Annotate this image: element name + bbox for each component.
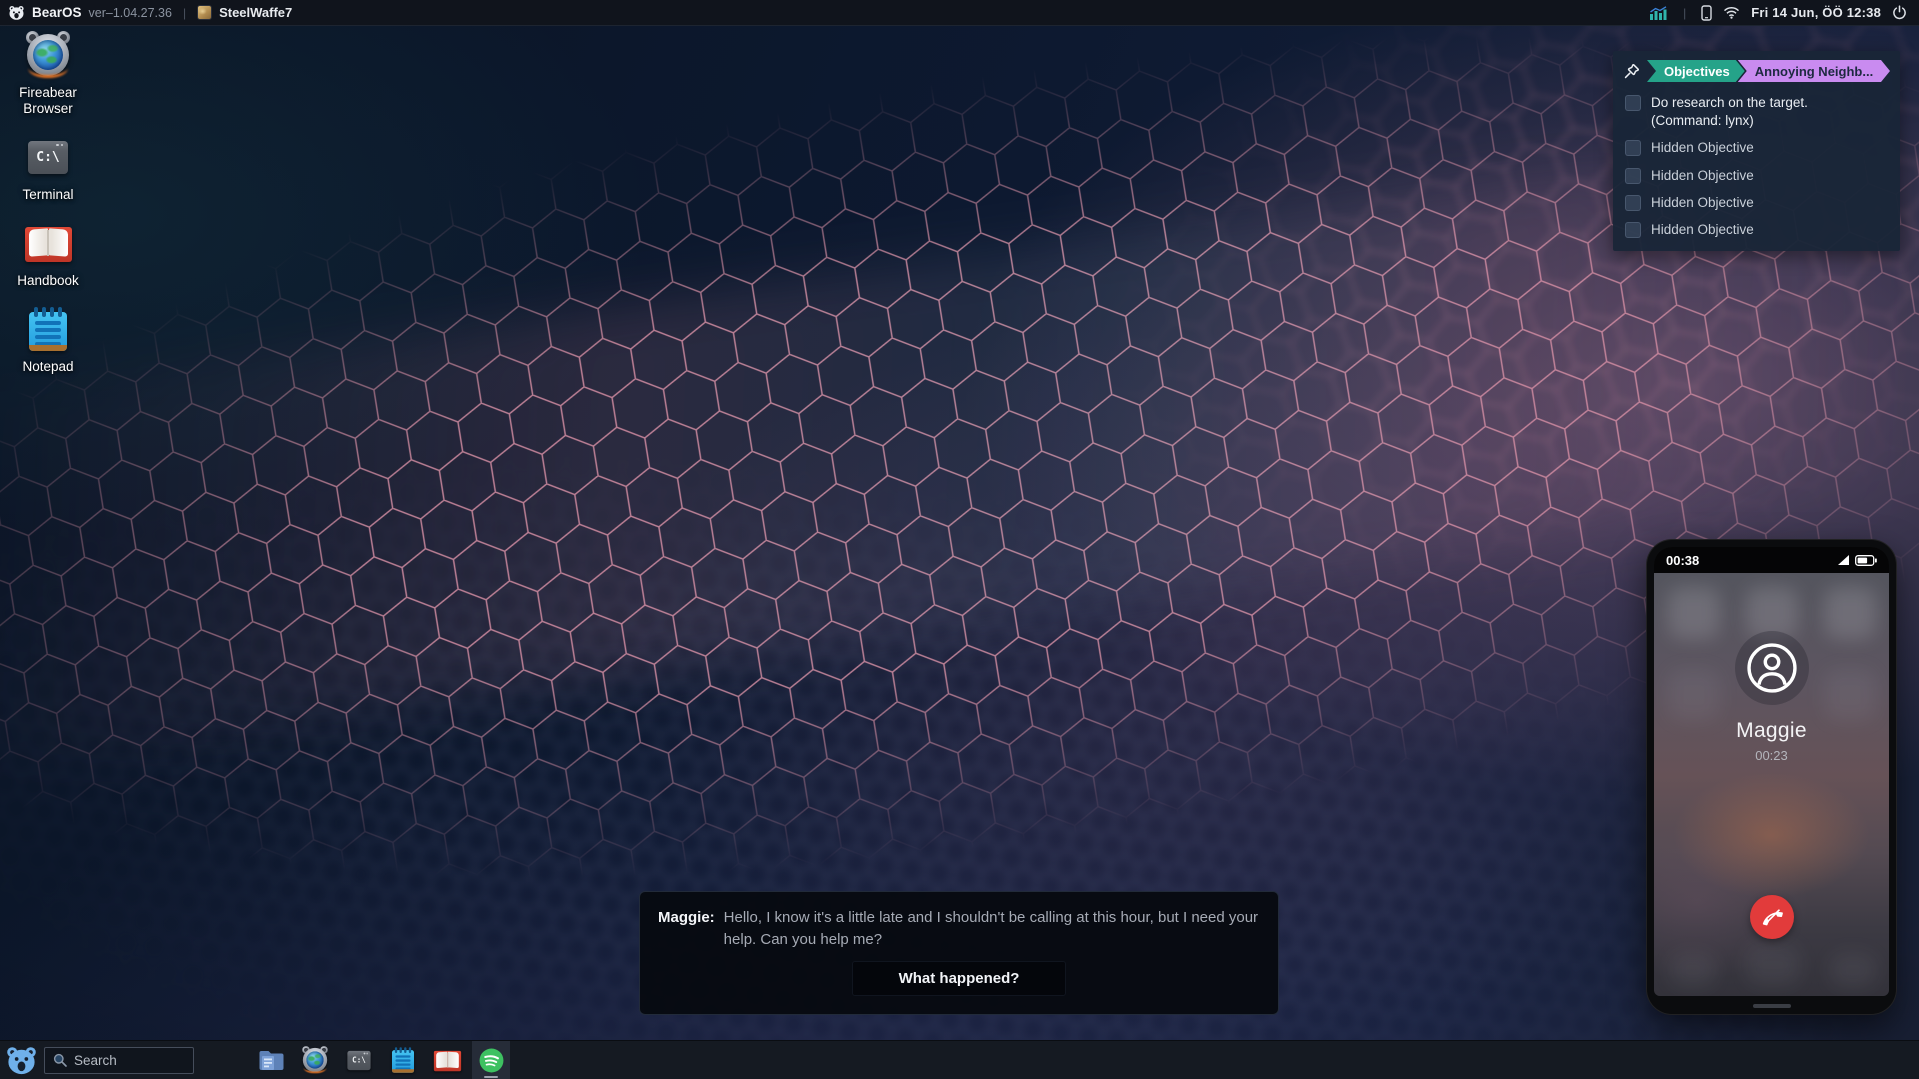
objective-text: Hidden Objective — [1651, 194, 1754, 212]
terminal-icon: C:\ — [347, 1050, 370, 1069]
notepad-icon — [392, 1047, 414, 1073]
handbook-icon — [433, 1049, 460, 1070]
objective-checkbox[interactable] — [1625, 195, 1641, 211]
taskbar-app-music-player[interactable] — [472, 1041, 510, 1079]
objective-row: Hidden Objective — [1623, 167, 1890, 185]
desktop-icon-fireabear-browser[interactable]: Fireabear Browser — [6, 31, 90, 117]
contact-name: Maggie — [1736, 719, 1807, 743]
taskbar-app-fireabear-browser[interactable] — [296, 1041, 334, 1079]
battery-icon — [1855, 555, 1877, 566]
os-name: BearOS — [32, 5, 82, 20]
objective-row: Hidden Objective — [1623, 221, 1890, 239]
dialogue-line: Maggie: Hello, I know it's a little late… — [658, 907, 1260, 951]
phone-status-icon — [1701, 5, 1712, 21]
taskbar-app-handbook[interactable] — [428, 1041, 466, 1079]
os-version: ver–1.04.27.36 — [89, 6, 172, 20]
bear-start-icon — [5, 1045, 38, 1075]
hangup-button[interactable] — [1750, 895, 1794, 939]
call-end-icon — [1760, 905, 1784, 929]
dialogue-box: Maggie: Hello, I know it's a little late… — [639, 891, 1279, 1015]
terminal-icon-text: C:\ — [36, 150, 59, 165]
dialogue-choice-button[interactable]: What happened? — [852, 961, 1067, 996]
user-avatar — [197, 5, 212, 20]
terminal-icon: C:\ — [23, 133, 73, 181]
phone-device: 00:38 — [1646, 539, 1897, 1015]
objective-checkbox[interactable] — [1625, 222, 1641, 238]
bearos-logo-icon — [8, 5, 25, 20]
objective-checkbox[interactable] — [1625, 168, 1641, 184]
objective-sub-text: (Command: lynx) — [1651, 112, 1808, 130]
desktop-icon-notepad[interactable]: Notepad — [6, 305, 90, 375]
taskbar-app-notepad[interactable] — [384, 1041, 422, 1079]
topbar-separator: | — [179, 6, 190, 20]
notepad-icon — [23, 305, 73, 353]
taskbar-apps: C:\ — [252, 1041, 516, 1079]
objective-row: Do research on the target. (Command: lyn… — [1623, 94, 1890, 130]
objective-text: Hidden Objective — [1651, 139, 1754, 157]
fireabear-browser-icon — [302, 1047, 329, 1074]
signal-icon — [1838, 555, 1849, 565]
phone-status-bar: 00:38 — [1654, 547, 1889, 573]
objective-text: Hidden Objective — [1651, 167, 1754, 185]
tab-objectives[interactable]: Objectives — [1647, 60, 1745, 82]
top-bar-right: | Fri 14 Jun, ÖÖ 12:38 — [1649, 0, 1919, 25]
desktop-screen: BearOS ver–1.04.27.36 | SteelWaffe7 | — [0, 0, 1919, 1079]
phone-status-icons — [1838, 555, 1877, 566]
clock: Fri 14 Jun, ÖÖ 12:38 — [1751, 5, 1881, 20]
top-bar-left: BearOS ver–1.04.27.36 | SteelWaffe7 — [0, 0, 292, 25]
start-button[interactable] — [0, 1041, 42, 1079]
search-input[interactable] — [74, 1053, 185, 1068]
objective-row: Hidden Objective — [1623, 194, 1890, 212]
objective-text: Do research on the target. (Command: lyn… — [1651, 94, 1808, 130]
taskbar-app-terminal[interactable]: C:\ — [340, 1041, 378, 1079]
objective-checkbox[interactable] — [1625, 95, 1641, 111]
call-contact-block: Maggie 00:23 — [1654, 631, 1889, 763]
objective-row: Hidden Objective — [1623, 139, 1890, 157]
file-manager-icon — [258, 1048, 285, 1072]
desktop-icon-label: Handbook — [17, 273, 79, 289]
desktop-icon-label: Fireabear Browser — [6, 85, 90, 117]
search-icon — [53, 1053, 67, 1067]
tab-quest[interactable]: Annoying Neighb... — [1738, 60, 1890, 82]
power-icon[interactable] — [1892, 5, 1907, 20]
dialogue-speaker: Maggie: — [658, 907, 715, 951]
person-icon — [1745, 641, 1799, 695]
desktop-icon-label: Terminal — [22, 187, 73, 203]
wifi-icon — [1723, 6, 1740, 19]
call-screen: Maggie 00:23 — [1654, 573, 1889, 996]
top-bar: BearOS ver–1.04.27.36 | SteelWaffe7 | — [0, 0, 1919, 26]
contact-avatar — [1735, 631, 1809, 705]
objectives-header: Objectives Annoying Neighb... — [1623, 60, 1890, 82]
desktop-icon-label: Notepad — [22, 359, 73, 375]
handbook-icon — [23, 219, 73, 267]
system-stats-icon — [1649, 6, 1668, 20]
terminal-icon-text: C:\ — [352, 1056, 366, 1065]
dialogue-message: Hello, I know it's a little late and I s… — [724, 907, 1260, 951]
phone-time: 00:38 — [1666, 553, 1699, 568]
phone-screen: 00:38 — [1654, 547, 1889, 996]
topbar-right-separator: | — [1679, 6, 1690, 20]
phone-home-indicator — [1753, 1004, 1791, 1008]
objectives-panel: Objectives Annoying Neighb... Do researc… — [1613, 51, 1900, 251]
objective-text: Hidden Objective — [1651, 221, 1754, 239]
taskbar: C:\ — [0, 1040, 1919, 1079]
desktop-icon-terminal[interactable]: C:\ Terminal — [6, 133, 90, 203]
objective-checkbox[interactable] — [1625, 140, 1641, 156]
objective-main-text: Do research on the target. — [1651, 95, 1808, 110]
username: SteelWaffe7 — [219, 5, 292, 20]
music-player-icon — [478, 1047, 505, 1074]
taskbar-app-file-manager[interactable] — [252, 1041, 290, 1079]
pin-icon[interactable] — [1623, 63, 1640, 80]
objectives-list: Do research on the target. (Command: lyn… — [1623, 94, 1890, 239]
search-box[interactable] — [44, 1047, 194, 1074]
desktop-icon-handbook[interactable]: Handbook — [6, 219, 90, 289]
objectives-tabs: Objectives Annoying Neighb... — [1647, 60, 1890, 82]
call-duration: 00:23 — [1755, 748, 1788, 763]
fireabear-browser-icon — [23, 31, 73, 79]
